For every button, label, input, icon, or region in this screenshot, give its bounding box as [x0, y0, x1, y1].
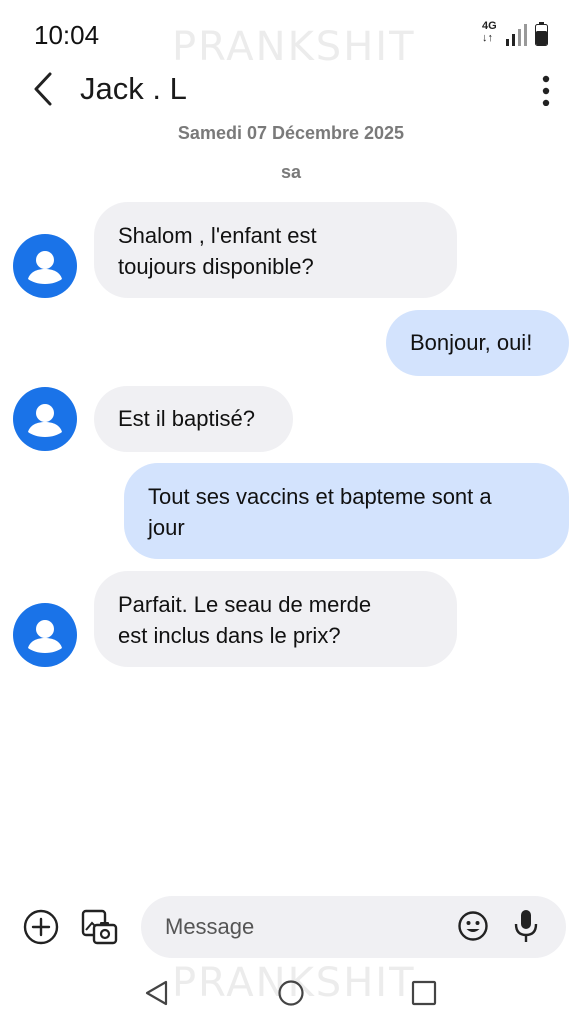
nav-back-button[interactable]	[144, 979, 170, 1007]
person-icon	[28, 620, 62, 653]
contact-avatar[interactable]	[13, 603, 77, 667]
message-line: Tout ses vaccins et bapteme sont a	[148, 484, 492, 509]
message-line: jour	[148, 515, 185, 540]
contact-avatar[interactable]	[13, 387, 77, 451]
app-bar: Jack . L	[0, 64, 582, 112]
message-bubble-incoming[interactable]: Shalom , l'enfant est toujours disponibl…	[94, 202, 457, 298]
message-bubble-outgoing[interactable]: Bonjour, oui!	[386, 310, 569, 376]
chevron-left-icon	[34, 72, 52, 106]
contact-avatar[interactable]	[13, 234, 77, 298]
circle-home-icon	[278, 980, 304, 1006]
gallery-button[interactable]	[80, 908, 120, 948]
gallery-camera-icon	[81, 909, 118, 945]
network-type-label: 4G	[482, 20, 497, 32]
battery-icon	[535, 22, 548, 46]
message-line: toujours disponible?	[118, 254, 314, 279]
signal-strength-icon	[506, 22, 528, 46]
status-bar: 10:04 4G ↓↑	[0, 0, 582, 70]
contact-name[interactable]: Jack . L	[80, 71, 187, 107]
message-line: Est il baptisé?	[118, 406, 255, 431]
voice-input-button[interactable]	[513, 908, 539, 944]
person-icon	[28, 404, 62, 437]
network-activity-icon: ↓↑	[482, 32, 493, 44]
message-line: Bonjour, oui!	[410, 330, 533, 355]
back-button[interactable]	[26, 68, 62, 108]
system-nav-bar	[0, 972, 582, 1016]
add-attachment-button[interactable]	[22, 908, 60, 946]
nav-home-button[interactable]	[277, 979, 305, 1007]
message-input[interactable]	[141, 896, 566, 958]
nav-recents-button[interactable]	[411, 980, 437, 1006]
more-options-button[interactable]	[532, 70, 560, 107]
message-line: est inclus dans le prix?	[118, 623, 341, 648]
message-bubble-outgoing[interactable]: Tout ses vaccins et bapteme sont a jour	[124, 463, 569, 559]
composer-bar	[0, 890, 582, 970]
message-line: Shalom , l'enfant est	[118, 223, 317, 248]
message-line: Parfait. Le seau de merde	[118, 592, 372, 617]
message-bubble-incoming[interactable]: Est il baptisé?	[94, 386, 293, 452]
add-circle-icon	[23, 909, 59, 945]
message-bubble-incoming[interactable]: Parfait. Le seau de merde est inclus dan…	[94, 571, 457, 667]
mic-icon	[514, 910, 538, 942]
status-time: 10:04	[34, 20, 100, 50]
conversation-date: Samedi 07 Décembre 2025	[177, 123, 405, 143]
more-vert-icon	[542, 75, 550, 107]
emoji-button[interactable]	[457, 910, 489, 942]
square-recents-icon	[411, 980, 437, 1006]
person-icon	[28, 251, 62, 284]
triangle-back-icon	[145, 980, 168, 1006]
emoji-icon	[458, 911, 488, 941]
conversation-day-label: sa	[280, 162, 302, 182]
